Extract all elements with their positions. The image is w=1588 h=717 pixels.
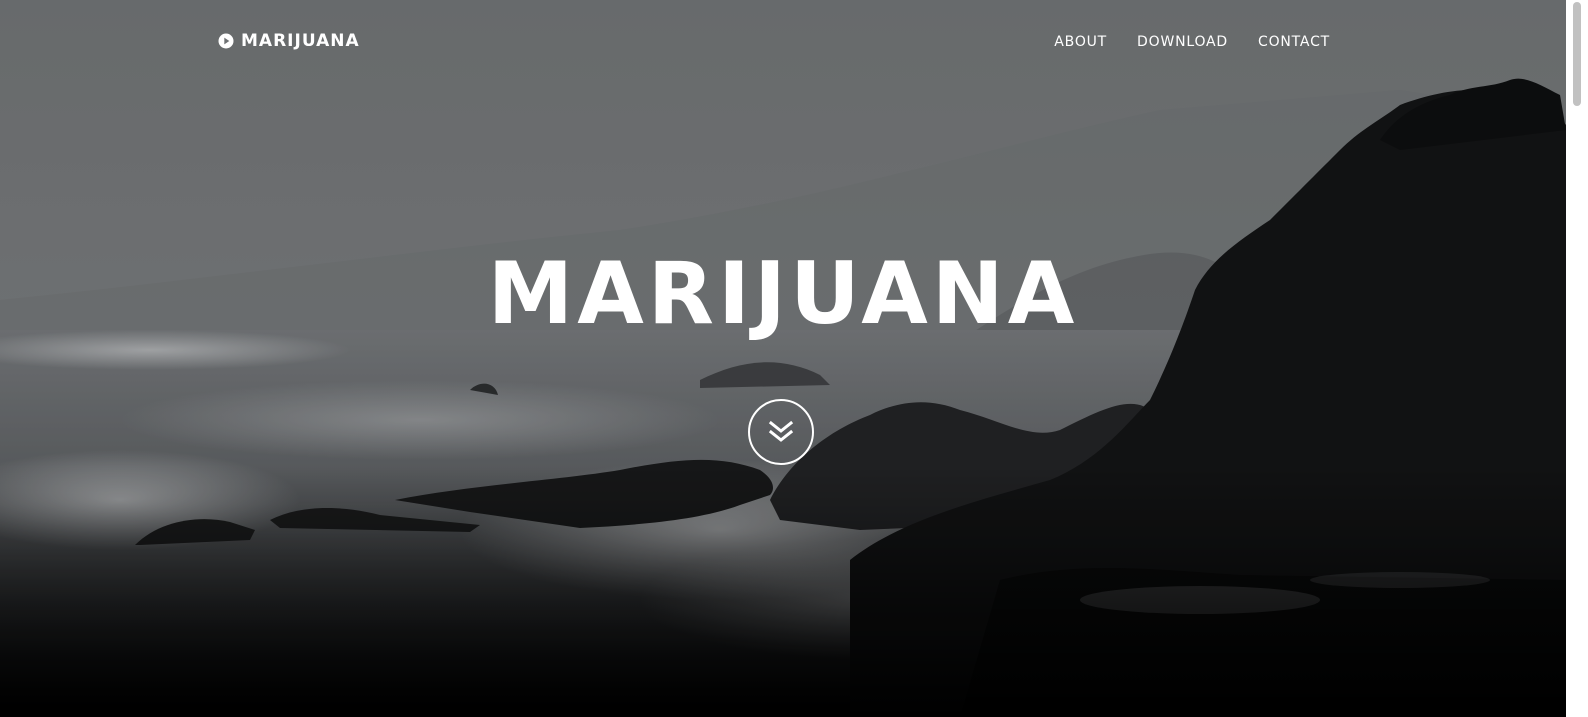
brand-link[interactable]: MARIJUANA (218, 31, 360, 51)
top-navbar: MARIJUANA ABOUT DOWNLOAD CONTACT (0, 0, 1588, 85)
nav-menu: ABOUT DOWNLOAD CONTACT (1054, 33, 1330, 51)
hero-title: MARIJUANA (487, 244, 1079, 344)
nav-item-download: DOWNLOAD (1137, 33, 1228, 51)
page-scrollbar[interactable] (1566, 0, 1588, 717)
nav-item-contact: CONTACT (1258, 33, 1330, 51)
scrollbar-thumb[interactable] (1573, 2, 1581, 106)
nav-item-about: ABOUT (1054, 33, 1107, 51)
hero-background-image (0, 0, 1588, 717)
scroll-down-button[interactable] (748, 399, 814, 465)
nav-link-contact[interactable]: CONTACT (1258, 34, 1330, 50)
play-circle-icon (218, 33, 234, 49)
nav-link-about[interactable]: ABOUT (1054, 34, 1107, 50)
nav-link-download[interactable]: DOWNLOAD (1137, 34, 1228, 50)
brand-name: MARIJUANA (241, 31, 360, 51)
page-viewport: MARIJUANA ABOUT DOWNLOAD CONTACT MARIJUA… (0, 0, 1588, 717)
double-chevron-down-icon (768, 420, 794, 442)
